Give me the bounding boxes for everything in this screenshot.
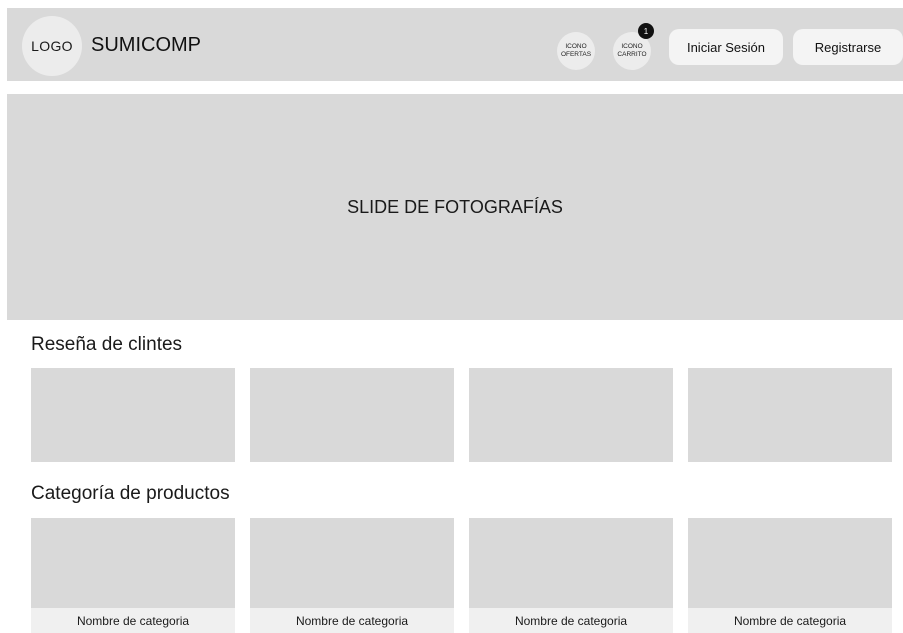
review-card[interactable] [469, 368, 673, 462]
logo[interactable]: LOGO [22, 16, 82, 76]
slider-label: SLIDE DE FOTOGRAFÍAS [347, 196, 563, 217]
category-image [469, 518, 673, 608]
register-button[interactable]: Registrarse [793, 29, 903, 65]
cart-count-badge: 1 [638, 23, 654, 39]
login-button[interactable]: Iniciar Sesión [669, 29, 783, 65]
categories-section-title: Categoría de productos [31, 483, 230, 504]
logo-text: LOGO [31, 38, 73, 54]
category-card[interactable]: Nombre de categoria [469, 518, 673, 633]
reviews-section-title: Reseña de clintes [31, 334, 183, 355]
offers-icon-label: ICONO OFERTAS [560, 43, 592, 58]
category-name: Nombre de categoria [688, 608, 892, 633]
brand-name: SUMICOMP [91, 34, 201, 56]
offers-icon[interactable]: ICONO OFERTAS [557, 32, 595, 70]
photo-slider[interactable]: SLIDE DE FOTOGRAFÍAS [7, 94, 903, 320]
category-card[interactable]: Nombre de categoria [250, 518, 454, 633]
category-card[interactable]: Nombre de categoria [688, 518, 892, 633]
category-image [250, 518, 454, 608]
category-name: Nombre de categoria [469, 608, 673, 633]
review-card[interactable] [688, 368, 892, 462]
category-card[interactable]: Nombre de categoria [31, 518, 235, 633]
review-card[interactable] [250, 368, 454, 462]
category-name: Nombre de categoria [31, 608, 235, 633]
site-header: LOGO SUMICOMP ICONO OFERTAS ICONO CARRIT… [7, 8, 903, 81]
category-name: Nombre de categoria [250, 608, 454, 633]
category-image [31, 518, 235, 608]
category-image [688, 518, 892, 608]
cart-icon-label: ICONO CARRITO [617, 43, 647, 58]
review-card[interactable] [31, 368, 235, 462]
